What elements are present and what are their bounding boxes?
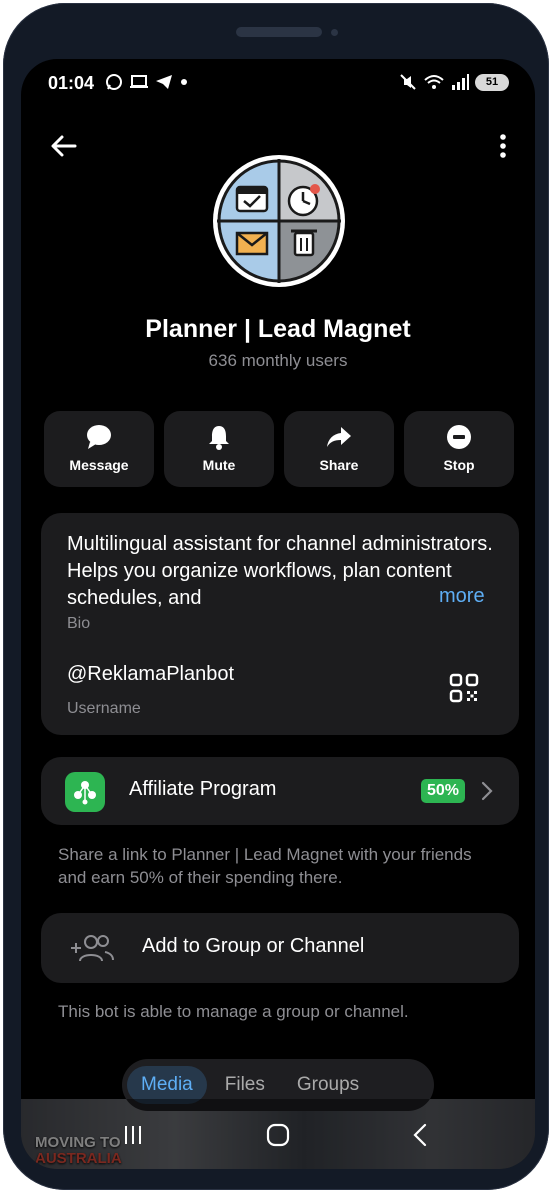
qr-code-icon[interactable] — [449, 673, 479, 703]
chevron-right-icon — [481, 781, 493, 801]
back-arrow-icon[interactable] — [49, 131, 79, 161]
bio-more-link[interactable]: more — [439, 585, 485, 608]
affiliate-description: Share a link to Planner | Lead Magnet wi… — [58, 845, 472, 887]
laptop-icon — [130, 75, 148, 88]
bio-label: Bio — [67, 615, 91, 632]
more-options-icon[interactable] — [497, 131, 509, 161]
recent-apps-icon[interactable] — [122, 1124, 144, 1146]
home-icon[interactable] — [266, 1123, 290, 1147]
username-value[interactable]: @ReklamaPlanbot — [67, 663, 234, 686]
battery-indicator: 51 — [475, 73, 509, 91]
stop-icon — [447, 425, 471, 449]
proximity-sensor — [331, 29, 338, 36]
status-bar: 01:04 51 — [21, 59, 535, 109]
message-label: Message — [69, 457, 129, 473]
stop-button[interactable]: Stop — [404, 411, 514, 487]
add-to-group-description: This bot is able to manage a group or ch… — [58, 1002, 409, 1021]
phone-frame: 01:04 51 Planner | Lead Magnet 636 month… — [3, 3, 549, 1190]
system-nav-bar — [21, 1099, 535, 1169]
bio-fade — [381, 585, 441, 612]
system-icons: 51 — [399, 73, 509, 91]
screen: 01:04 51 Planner | Lead Magnet 636 month… — [21, 59, 535, 1169]
mute-status-icon — [400, 74, 416, 90]
earpiece-speaker — [236, 27, 322, 37]
info-card: Multilingual assistant for channel admin… — [41, 513, 519, 735]
mute-label: Mute — [202, 457, 236, 473]
bot-avatar[interactable] — [211, 153, 347, 289]
add-to-group-row[interactable]: Add to Group or Channel — [41, 913, 519, 983]
add-to-group-label: Add to Group or Channel — [142, 935, 365, 957]
dot-icon — [181, 79, 187, 85]
stop-label: Stop — [443, 457, 475, 473]
message-button[interactable]: Message — [44, 411, 154, 487]
username-label: Username — [67, 700, 141, 717]
share-label: Share — [319, 457, 359, 473]
trash-icon — [291, 229, 317, 257]
status-time: 01:04 — [48, 73, 95, 93]
share-button[interactable]: Share — [284, 411, 394, 487]
nav-back-icon[interactable] — [412, 1123, 428, 1147]
action-buttons: Message Mute Share Stop — [44, 411, 514, 487]
affiliate-icon — [65, 772, 105, 812]
whatsapp-icon — [106, 74, 122, 90]
telegram-icon — [156, 75, 172, 89]
affiliate-percent-badge: 50% — [421, 779, 466, 803]
bell-icon — [209, 426, 229, 450]
bot-name: Planner | Lead Magnet — [145, 315, 411, 343]
signal-icon — [452, 74, 469, 90]
envelope-icon — [235, 231, 269, 256]
wifi-icon — [424, 75, 444, 89]
share-icon — [327, 427, 351, 447]
notification-icons — [105, 73, 189, 91]
affiliate-label: Affiliate Program — [129, 778, 277, 800]
affiliate-program-row[interactable]: Affiliate Program 50% — [41, 757, 519, 825]
calendar-icon — [235, 185, 269, 213]
add-user-icon — [71, 935, 114, 962]
mute-button[interactable]: Mute — [164, 411, 274, 487]
monthly-users: 636 monthly users — [208, 351, 348, 370]
message-icon — [87, 425, 111, 449]
